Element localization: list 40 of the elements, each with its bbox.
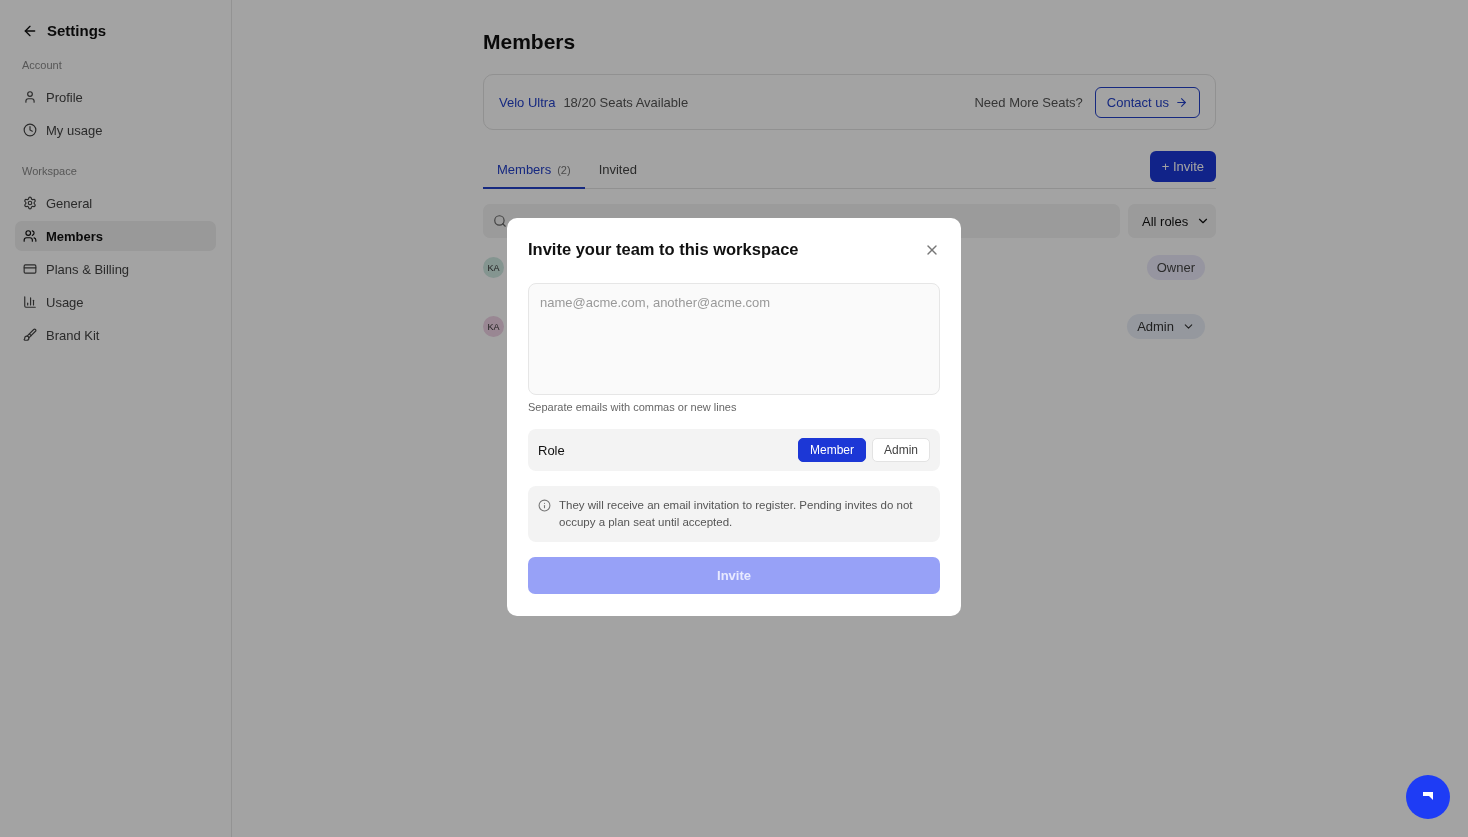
sidebar-item[interactable]: Brand Kit: [15, 320, 216, 350]
role-option[interactable]: Admin: [872, 438, 930, 462]
avatar: KA: [483, 257, 504, 278]
avatar: KA: [483, 316, 504, 337]
hint-text: Separate emails with commas or new lines: [528, 401, 737, 413]
sidebar-item[interactable]: General: [15, 188, 216, 218]
sidebar-item[interactable]: Profile: [15, 82, 216, 112]
role-filter[interactable]: All roles: [1128, 204, 1216, 238]
role-option[interactable]: Member: [797, 438, 866, 462]
seats-prompt: Need More Seats?: [974, 94, 1083, 110]
user-icon: [23, 90, 37, 104]
role-dropdown[interactable]: Admin: [1127, 314, 1205, 339]
arrow-right-icon: [1175, 95, 1188, 109]
contact-button[interactable]: Contact us: [1094, 86, 1200, 118]
bar-chart-icon: [23, 295, 37, 309]
invite-button[interactable]: + Invite: [1149, 150, 1216, 182]
clock-icon: [23, 123, 37, 137]
brush-icon: [23, 328, 37, 342]
sidebar-item[interactable]: Plans & Billing: [15, 254, 216, 284]
section-heading: Workspace: [21, 165, 77, 177]
note-text: They will receive an email invitation to register. Pending invites do not occupy a plan seat until accepted.: [559, 498, 914, 530]
tab[interactable]: Members (2): [483, 162, 585, 189]
tab[interactable]: Invited: [584, 162, 651, 189]
email-input-field[interactable]: name@acme.com, another@acme.com: [528, 283, 940, 395]
sidebar-item[interactable]: Usage: [15, 287, 216, 317]
dialog-title: Invite your team to this workspace: [528, 240, 799, 259]
role-label: Role: [538, 442, 566, 458]
users-icon: [23, 229, 37, 243]
gear-icon: [23, 196, 37, 210]
role-badge: Owner: [1146, 255, 1205, 280]
seats-text: 18/20 Seats Available: [563, 94, 689, 110]
section-heading: Account: [21, 59, 62, 71]
settings-title: Settings: [47, 22, 107, 39]
info-icon: [538, 499, 551, 512]
plan-name: Velo Ultra: [499, 94, 556, 110]
page-title: Members: [483, 30, 576, 54]
sidebar-item[interactable]: Members: [15, 221, 216, 251]
card-icon: [23, 262, 37, 276]
sidebar-item[interactable]: My usage: [15, 115, 216, 145]
search-icon: [493, 214, 507, 228]
